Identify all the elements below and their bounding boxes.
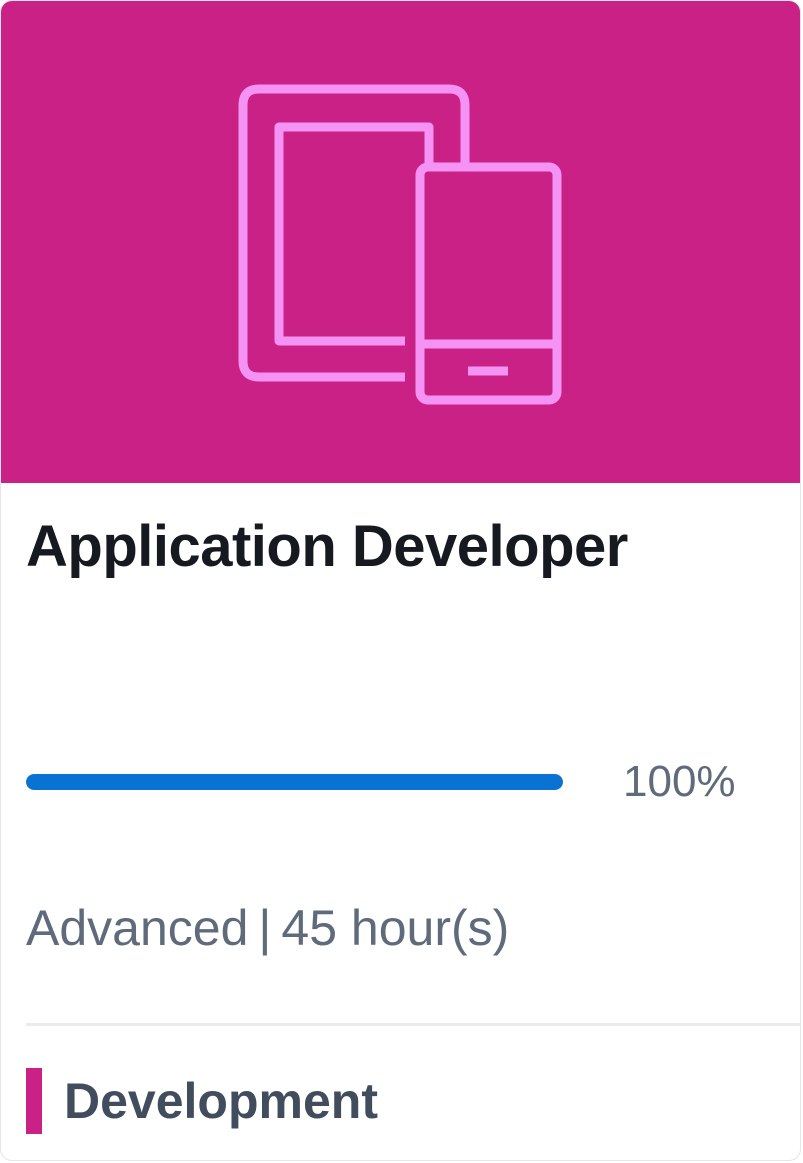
divider bbox=[26, 1023, 800, 1026]
level-label: Advanced bbox=[26, 900, 249, 956]
category-color-bar bbox=[26, 1068, 42, 1134]
card-banner bbox=[1, 1, 800, 483]
category-tag: Development bbox=[26, 1068, 378, 1134]
card-title[interactable]: Application Developer bbox=[26, 513, 628, 580]
tablet-and-phone-icon bbox=[238, 84, 562, 405]
course-meta: Advanced | 45 hour(s) bbox=[26, 899, 509, 957]
progress-percent: 100% bbox=[623, 757, 736, 806]
category-label: Development bbox=[64, 1073, 378, 1129]
progress-bar bbox=[26, 774, 563, 790]
progress-bar-fill bbox=[26, 774, 563, 790]
learning-plan-card[interactable]: Application Developer 100% Advanced | 45 h… bbox=[0, 0, 801, 1161]
meta-separator: | bbox=[258, 900, 272, 956]
duration-label: 45 hour(s) bbox=[281, 900, 510, 956]
